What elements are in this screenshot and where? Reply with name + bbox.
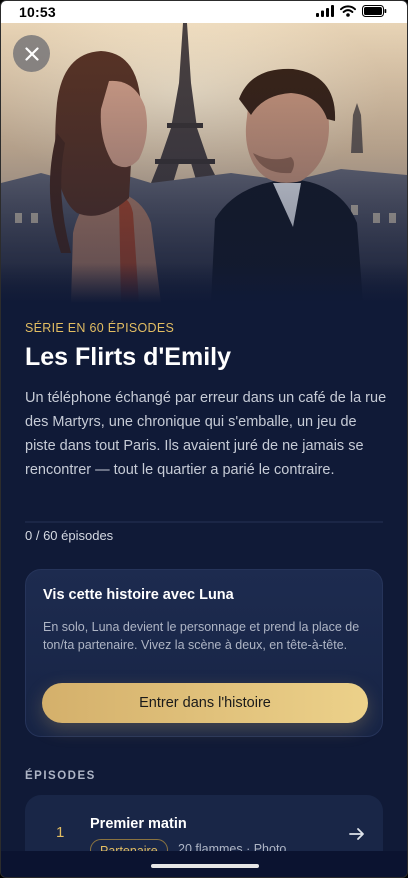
status-time: 10:53 <box>19 4 56 20</box>
hero-image <box>1 23 407 303</box>
luna-card-description: En solo, Luna devient le personnage et p… <box>43 620 360 652</box>
episodes-section-title: ÉPISODES <box>25 770 96 782</box>
story-description: Un téléphone échangé par erreur dans un … <box>25 390 387 478</box>
close-button[interactable] <box>13 35 50 72</box>
wifi-icon <box>340 5 356 17</box>
progress-divider <box>25 521 383 523</box>
app-screen: 10:53 SÉRIE EN 60 ÉPISODES Les Flirts d'… <box>0 0 408 878</box>
luna-card: Vis cette histoire avec Luna En solo, Lu… <box>25 569 383 737</box>
close-icon <box>24 46 39 61</box>
series-kicker: SÉRIE EN 60 ÉPISODES <box>25 321 175 335</box>
episode-number: 1 <box>56 824 65 841</box>
home-indicator <box>151 864 259 868</box>
enter-story-button[interactable]: Entrer dans l'histoire <box>42 683 368 723</box>
signal-icon <box>316 5 334 17</box>
arrow-right-icon <box>349 828 364 840</box>
status-icons <box>316 5 387 17</box>
story-details: SÉRIE EN 60 ÉPISODES Les Flirts d'Emily … <box>1 303 407 877</box>
episode-title: Premier matin <box>90 816 187 832</box>
luna-card-title: Vis cette histoire avec Luna <box>43 587 234 603</box>
episode-progress: 0 / 60 épisodes <box>25 528 114 543</box>
status-bar: 10:53 <box>1 1 407 23</box>
battery-icon <box>362 5 387 17</box>
story-title: Les Flirts d'Emily <box>25 343 232 371</box>
